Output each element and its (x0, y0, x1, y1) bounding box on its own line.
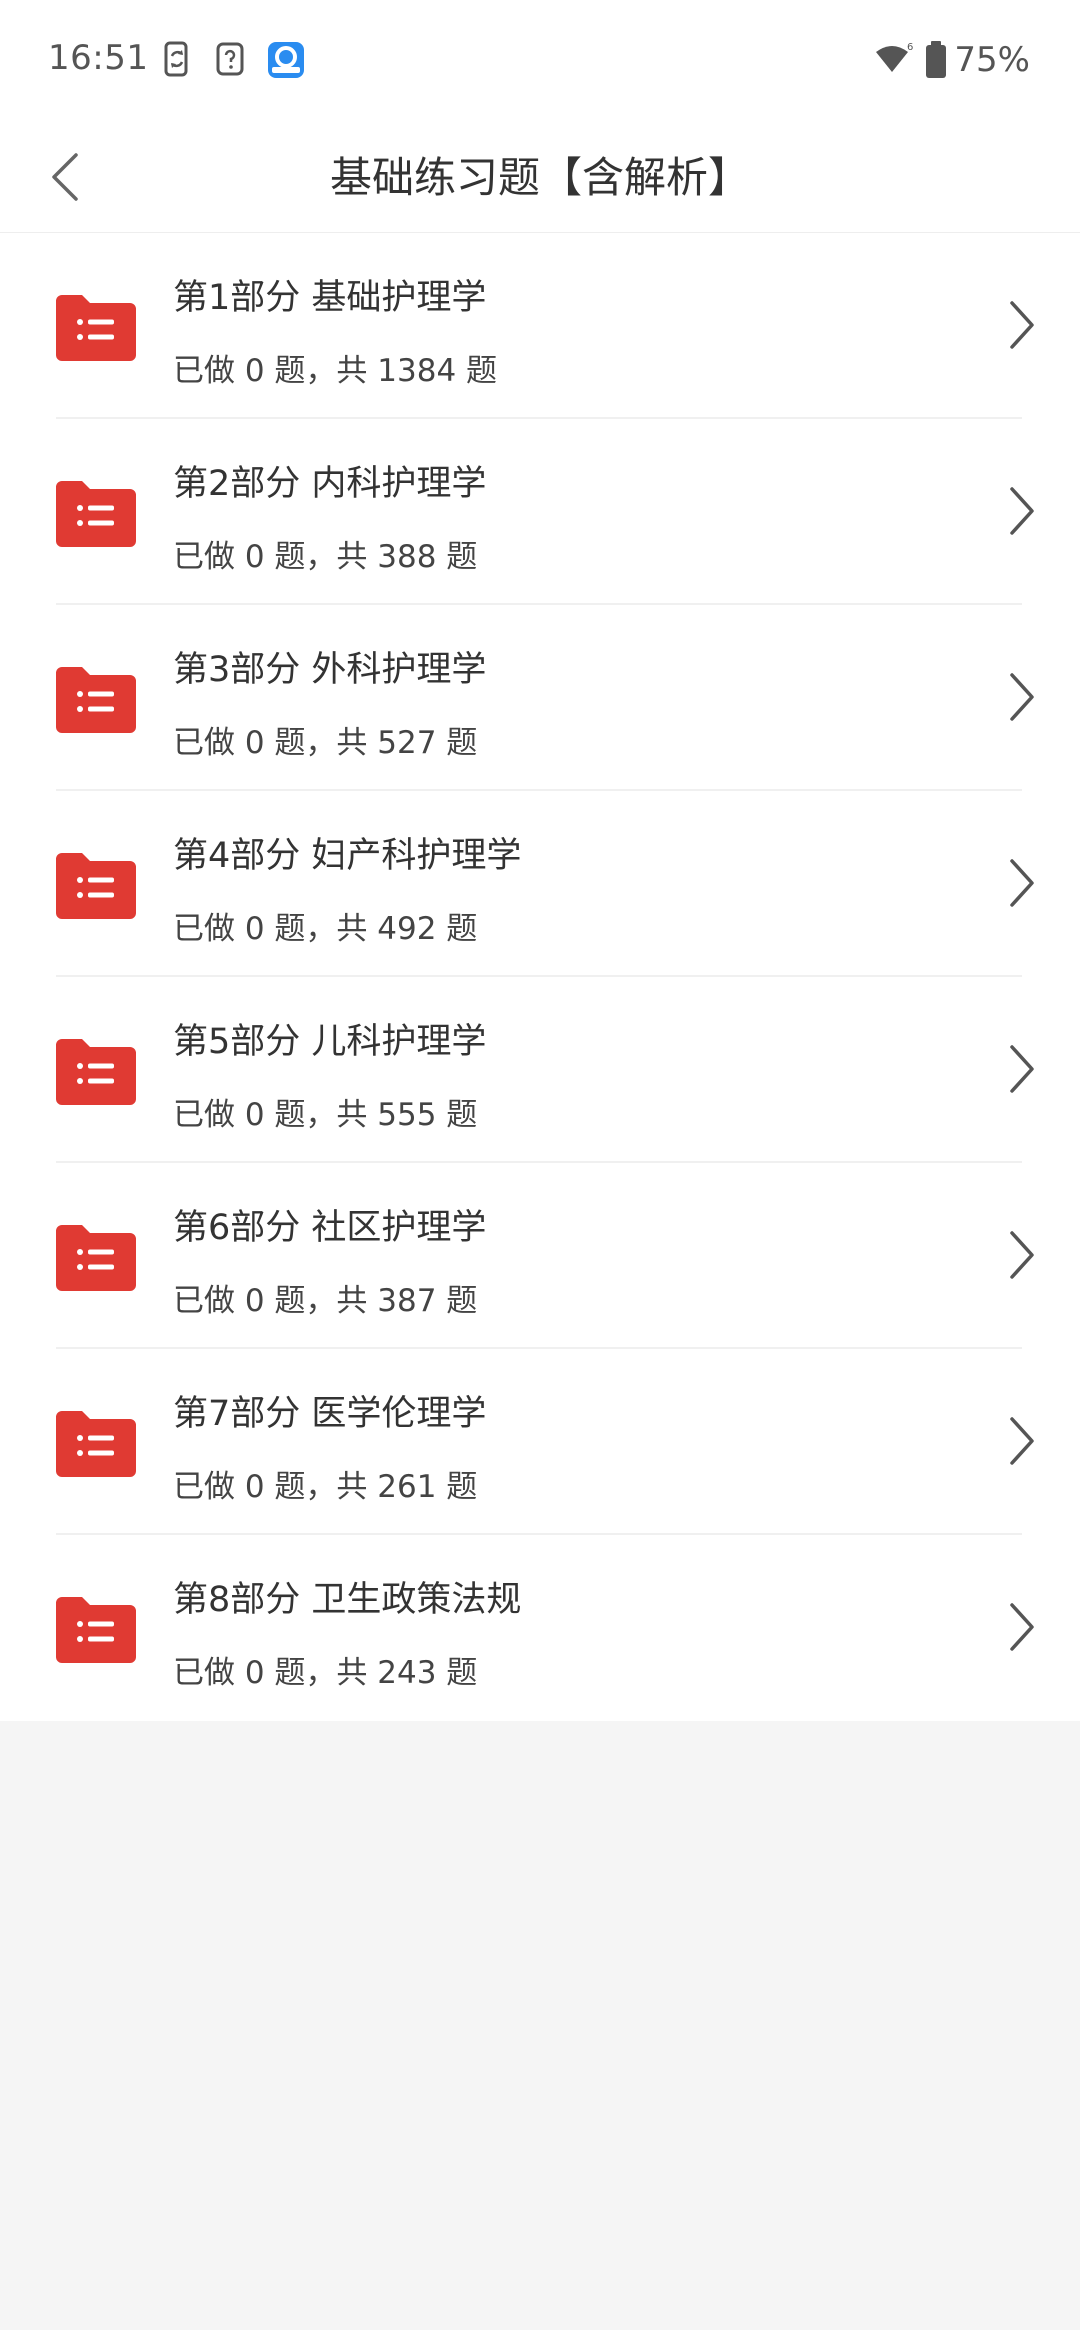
chevron-right-icon (1004, 1041, 1040, 1097)
battery-icon (924, 40, 948, 80)
section-title: 第5部分 儿科护理学 (173, 1022, 487, 1062)
section-title: 第6部分 社区护理学 (173, 1208, 487, 1248)
chevron-right-icon (1004, 297, 1040, 353)
section-progress: 已做 0 题，共 388 题 (173, 539, 478, 575)
section-item-8[interactable]: 第8部分 卫生政策法规 已做 0 题，共 243 题 (0, 1535, 1080, 1721)
app-cloud-icon (266, 40, 304, 78)
section-progress: 已做 0 题，共 555 题 (173, 1097, 478, 1133)
help-doc-icon (213, 40, 249, 78)
section-progress: 已做 0 题，共 1384 题 (173, 353, 498, 389)
chevron-right-icon (1004, 1599, 1040, 1655)
chevron-right-icon (1004, 855, 1040, 911)
folder-list-icon (56, 1037, 136, 1105)
section-item-1[interactable]: 第1部分 基础护理学 已做 0 题，共 1384 题 (0, 233, 1080, 419)
page-title: 基础练习题【含解析】 (329, 153, 750, 202)
folder-list-icon (56, 665, 136, 733)
section-item-5[interactable]: 第5部分 儿科护理学 已做 0 题，共 555 题 (0, 977, 1080, 1163)
svg-text:6: 6 (907, 42, 913, 53)
section-list: 第1部分 基础护理学 已做 0 题，共 1384 题 第2部分 内科护理学 已做… (0, 233, 1080, 1721)
section-item-7[interactable]: 第7部分 医学伦理学 已做 0 题，共 261 题 (0, 1349, 1080, 1535)
section-progress: 已做 0 题，共 243 题 (173, 1655, 478, 1691)
folder-list-icon (56, 1409, 136, 1477)
status-time: 16:51 (48, 38, 149, 78)
section-progress: 已做 0 题，共 387 题 (173, 1283, 478, 1319)
nav-bar: 基础练习题【含解析】 (0, 120, 1080, 233)
section-progress: 已做 0 题，共 527 题 (173, 725, 478, 761)
status-bar: 16:51 6 75% (0, 0, 1080, 120)
section-title: 第3部分 外科护理学 (173, 650, 487, 690)
section-title: 第8部分 卫生政策法规 (173, 1580, 522, 1620)
chevron-right-icon (1004, 669, 1040, 725)
chevron-right-icon (1004, 1227, 1040, 1283)
folder-list-icon (56, 293, 136, 361)
status-right: 6 75% (874, 38, 1030, 82)
section-item-2[interactable]: 第2部分 内科护理学 已做 0 题，共 388 题 (0, 419, 1080, 605)
section-title: 第7部分 医学伦理学 (173, 1394, 487, 1434)
section-title: 第4部分 妇产科护理学 (173, 836, 522, 876)
folder-list-icon (56, 851, 136, 919)
section-item-4[interactable]: 第4部分 妇产科护理学 已做 0 题，共 492 题 (0, 791, 1080, 977)
section-progress: 已做 0 题，共 492 题 (173, 911, 478, 947)
chevron-right-icon (1004, 483, 1040, 539)
folder-list-icon (56, 479, 136, 547)
battery-percent: 75% (954, 40, 1030, 80)
section-item-6[interactable]: 第6部分 社区护理学 已做 0 题，共 387 题 (0, 1163, 1080, 1349)
wifi-signal-icon: 6 (874, 40, 914, 80)
folder-list-icon (56, 1595, 136, 1663)
folder-list-icon (56, 1223, 136, 1291)
section-title: 第1部分 基础护理学 (173, 278, 487, 318)
section-progress: 已做 0 题，共 261 题 (173, 1469, 478, 1505)
phone-sync-icon (160, 40, 196, 78)
chevron-right-icon (1004, 1413, 1040, 1469)
section-title: 第2部分 内科护理学 (173, 464, 487, 504)
section-item-3[interactable]: 第3部分 外科护理学 已做 0 题，共 527 题 (0, 605, 1080, 791)
